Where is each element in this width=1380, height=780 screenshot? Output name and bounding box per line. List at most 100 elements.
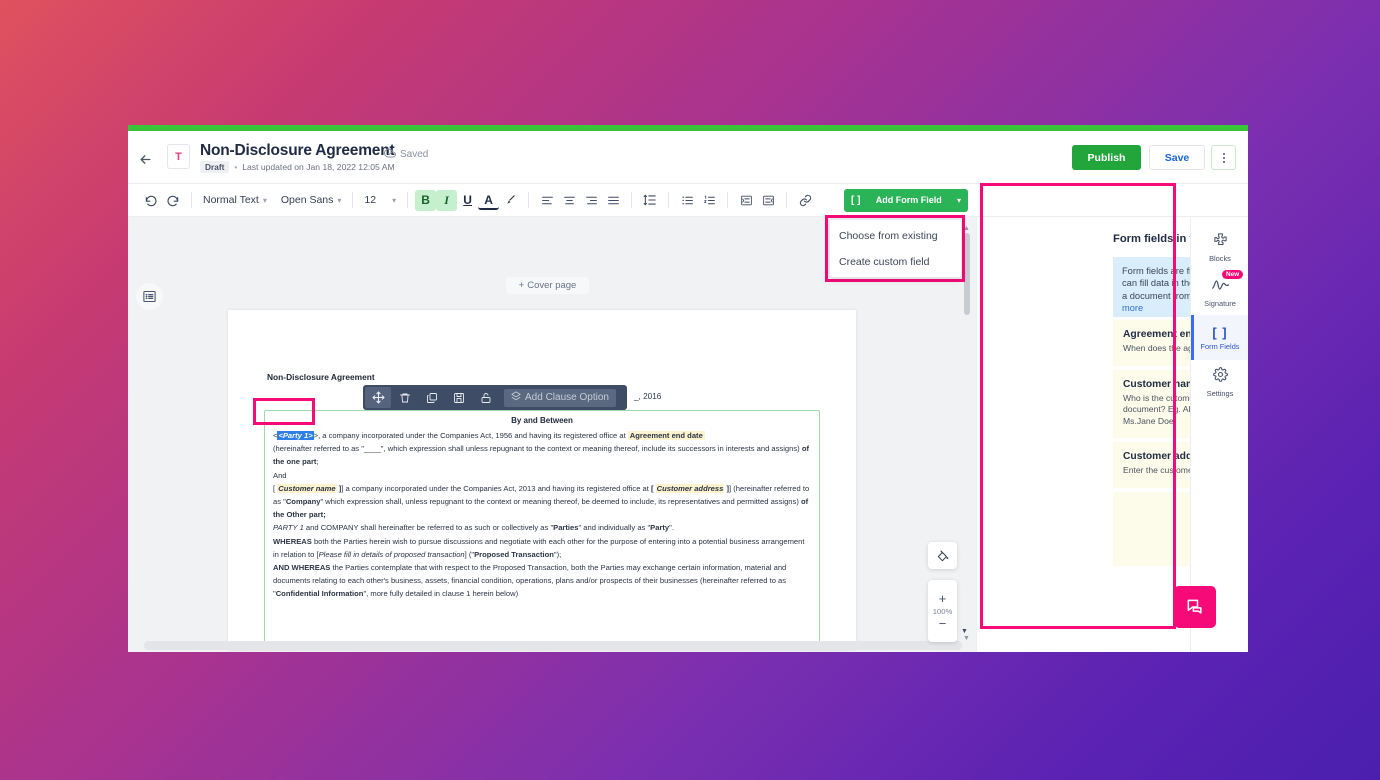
whereas-b: ] (" [464, 549, 475, 559]
form-field-customer-name[interactable]: Customer name [277, 483, 337, 493]
party-bold: Party [650, 523, 670, 533]
saved-status: Saved [384, 147, 428, 162]
add-clause-option-button[interactable]: Add Clause Option [504, 388, 616, 407]
toolbar-divider [528, 192, 530, 208]
font-size-select[interactable]: 12 ▾ [360, 194, 400, 206]
party1-italic: PARTY 1 [273, 523, 304, 533]
indent-decrease-icon[interactable] [757, 189, 779, 211]
add-form-field-button[interactable]: [ ] Add Form Field ▾ [844, 189, 968, 212]
sidebar-item-signature[interactable]: New Signature [1191, 270, 1248, 315]
clause-line1-rest: , a company incorporated under the Compa… [318, 431, 628, 440]
indent-increase-icon[interactable] [735, 189, 757, 211]
clause-toolbar: Add Clause Option [363, 385, 627, 410]
add-form-field-label: Add Form Field [875, 194, 942, 205]
form-fields-panel-highlight-annotation [980, 183, 1176, 629]
numbered-list-icon[interactable] [698, 189, 720, 211]
clause-and-label: And [273, 470, 287, 480]
toolbar-divider [786, 192, 788, 208]
align-right-icon[interactable] [580, 189, 602, 211]
signature-icon [1211, 278, 1230, 297]
clause-line2-end: ; [316, 457, 319, 467]
add-form-field-dropdown: Choose from existing Create custom field [829, 219, 962, 278]
clause-paragraph-6: AND WHEREAS the Parties contemplate that… [273, 561, 811, 601]
link-icon[interactable] [794, 189, 816, 211]
chat-bubble-icon[interactable] [1174, 586, 1216, 628]
align-justify-icon[interactable] [602, 189, 624, 211]
whereas-bold: WHEREAS [273, 536, 312, 546]
line-spacing-icon[interactable] [639, 189, 661, 211]
toolbar-divider [631, 192, 633, 208]
paint-bucket-icon[interactable] [928, 542, 957, 569]
clause-paragraph-3: [ Customer name ]] a company incorporate… [273, 483, 810, 520]
zoom-out-button[interactable]: − [939, 616, 947, 631]
save-button[interactable]: Save [1149, 145, 1205, 170]
document-page[interactable]: Non-Disclosure Agreement _, 2016 Add Cla… [228, 310, 856, 650]
italic-button[interactable]: I [436, 189, 458, 211]
table-of-contents-icon[interactable] [136, 283, 163, 310]
add-cover-page-button[interactable]: + Cover page [506, 277, 589, 294]
font-family-select[interactable]: Open Sans ▾ [277, 194, 346, 206]
cloud-saved-icon [384, 147, 396, 162]
chevron-down-icon[interactable]: ▼ [961, 628, 968, 635]
sidebar-item-form-fields[interactable]: [ ] Form Fields [1191, 315, 1248, 360]
layers-icon [511, 391, 521, 404]
add-clause-option-label: Add Clause Option [525, 392, 609, 403]
header-bar: T Non-Disclosure Agreement Saved Draft •… [128, 131, 1248, 184]
trash-icon[interactable] [392, 387, 418, 408]
toolbar-divider [407, 192, 409, 208]
font-family-value: Open Sans [280, 194, 334, 206]
doc-meta: Draft • Last updated on Jan 18, 2022 12:… [200, 161, 395, 173]
menu-item-choose-from-existing[interactable]: Choose from existing [830, 223, 961, 249]
sidebar-item-label: Form Fields [1200, 341, 1240, 351]
menu-item-create-custom-field[interactable]: Create custom field [830, 249, 961, 275]
saved-label: Saved [400, 149, 429, 160]
clause-block[interactable]: By and Between <<Party 1>>, a company in… [264, 410, 820, 645]
zoom-in-button[interactable]: + [939, 591, 947, 606]
align-center-icon[interactable] [558, 189, 580, 211]
sidebar-item-label: Blocks [1209, 254, 1231, 263]
drag-move-icon[interactable] [365, 387, 391, 408]
parties-bold: Parties [553, 523, 579, 533]
align-left-icon[interactable] [536, 189, 558, 211]
kebab-menu-icon [1222, 152, 1225, 163]
chevron-down-icon: ▾ [392, 195, 397, 205]
brackets-icon: [ ] [851, 195, 861, 206]
zoom-controls: + 100% − [928, 580, 957, 642]
sidebar-item-settings[interactable]: Settings [1191, 360, 1248, 405]
bullet-list-icon[interactable] [676, 189, 698, 211]
publish-button[interactable]: Publish [1072, 145, 1141, 170]
clause-line3-a: ] a company incorporated under the Compa… [341, 483, 652, 493]
header-more-menu-button[interactable] [1211, 145, 1236, 170]
form-field-agreement-end-date[interactable]: Agreement end date [627, 431, 705, 440]
paragraph-style-select[interactable]: Normal Text ▾ [199, 194, 271, 206]
doc-type-badge: T [167, 144, 190, 169]
undo-icon[interactable] [140, 189, 162, 211]
last-updated-label: Last updated on Jan 18, 2022 12:05 AM [242, 162, 395, 172]
back-arrow-icon[interactable] [132, 146, 158, 172]
unlock-icon[interactable] [473, 387, 499, 408]
chevron-down-icon: ▾ [956, 196, 961, 205]
scroll-down-icon[interactable]: ▼ [963, 635, 970, 642]
clause-paragraph-2: (hereinafter referred to as "____", whic… [273, 442, 811, 468]
and-whereas-b: ", more fully detailed in clause 1 herei… [363, 589, 519, 599]
highlighter-icon[interactable] [499, 189, 521, 211]
copy-icon[interactable] [419, 387, 445, 408]
sidebar-item-label: Signature [1204, 298, 1236, 308]
date-fragment: _, 2016 [634, 392, 662, 401]
bold-button[interactable]: B [415, 189, 437, 211]
form-field-customer-address[interactable]: Customer address [655, 483, 725, 493]
sidebar-item-blocks[interactable]: Blocks [1191, 225, 1248, 270]
toolbar-divider [668, 192, 670, 208]
editor-horizontal-scrollbar[interactable] [144, 641, 962, 650]
clause-line4-a: and COMPANY shall hereinafter be referre… [303, 523, 554, 533]
underline-button[interactable]: U [457, 190, 478, 211]
save-clause-icon[interactable] [446, 387, 472, 408]
plus-icon: + [518, 280, 525, 291]
status-badge: Draft [200, 161, 230, 173]
brackets-icon: [ ] [1212, 324, 1228, 340]
selected-party-token[interactable]: <Party 1> [277, 431, 314, 440]
clause-line3-c: " which expression shall, unless repugna… [320, 497, 801, 507]
redo-icon[interactable] [162, 189, 184, 211]
confidential-bold: Confidential Information [275, 589, 364, 599]
text-color-button[interactable]: A [478, 193, 500, 210]
